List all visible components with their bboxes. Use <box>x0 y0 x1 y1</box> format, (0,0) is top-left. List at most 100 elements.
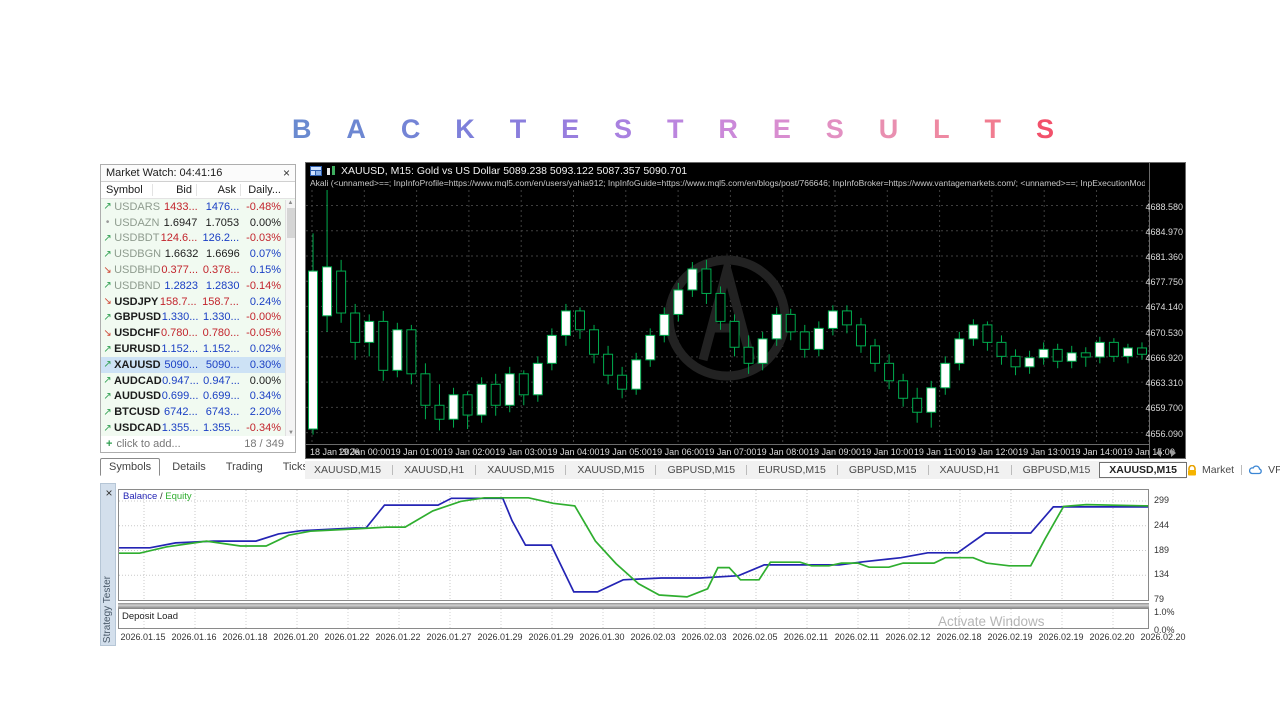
tab-trading[interactable]: Trading <box>218 459 271 475</box>
heading-letter: T <box>509 113 527 144</box>
market-watch-row-xauusd[interactable]: ↗ XAUUSD 5090... 5090... 0.30% <box>101 356 295 373</box>
bid-value: 1.355... <box>161 422 199 435</box>
strategy-tester-label[interactable]: Strategy Tester <box>102 576 113 643</box>
tester-close-icon[interactable]: × <box>101 486 117 500</box>
divider <box>1010 465 1012 475</box>
column-header[interactable]: Daily... <box>241 184 285 196</box>
market-watch-row-usdbgn[interactable]: ↗ USDBGN 1.6632 1.6696 0.07% <box>101 246 295 263</box>
price-label: 4677.750 <box>1145 277 1183 288</box>
date-label: 2026.02.19 <box>987 632 1033 642</box>
tab-symbols[interactable]: Symbols <box>100 458 161 476</box>
date-label: 2026.01.22 <box>375 632 421 642</box>
chart-tab-6[interactable]: GBPUSD,M15 <box>840 463 926 477</box>
market-watch-row-eurusd[interactable]: ↗ EURUSD 1.152... 1.152... 0.02% <box>101 341 295 357</box>
chart-tab-9[interactable]: XAUUSD,M15 <box>1099 462 1187 478</box>
heading-letter: C <box>400 113 421 144</box>
market-watch-title: Market Watch: 04:41:16 <box>106 167 223 179</box>
column-header[interactable]: Symbol <box>101 184 153 196</box>
market-watch-row-btcusd[interactable]: ↗ BTCUSD 6742... 6743... 2.20% <box>101 404 295 421</box>
market-watch-add-row[interactable]: + click to add... 18 / 349 <box>101 436 295 452</box>
tab-details[interactable]: Details <box>164 459 214 475</box>
time-label: 19 Jan 03:00 <box>495 447 548 457</box>
ask-value: 126.2... <box>202 232 240 245</box>
daily-value: 0.00% <box>249 216 282 229</box>
divider <box>927 465 929 475</box>
market-watch-scrollbar[interactable]: ▲ ▼ <box>285 200 295 436</box>
down-trend-icon: ↘ <box>103 327 112 339</box>
market-watch-row-usdbhd[interactable]: ↘ USDBHD 0.377... 0.378... 0.15% <box>101 262 295 278</box>
bid-value: 1.2823 <box>164 279 199 292</box>
daily-value: -0.48% <box>246 200 281 213</box>
chart-window: XAUUSD, M15: Gold vs US Dollar 5089.238 … <box>305 162 1186 459</box>
scroll-up-icon[interactable]: ▲ <box>286 200 295 206</box>
date-label: 2026.01.20 <box>273 632 319 642</box>
time-label: 19 Jan 14:00 <box>1070 447 1123 457</box>
heading-letter: S <box>614 113 633 144</box>
time-label: 19 Jan 10:00 <box>861 447 914 457</box>
divider <box>565 465 567 475</box>
chart-tab-7[interactable]: XAUUSD,H1 <box>931 463 1009 477</box>
time-label: 19 Jan 09:00 <box>808 447 862 457</box>
close-icon[interactable]: × <box>283 167 290 179</box>
price-label: 4666.920 <box>1145 352 1183 363</box>
market-button[interactable]: Market <box>1202 464 1234 476</box>
up-trend-icon: ↗ <box>103 280 112 292</box>
chart-tabs: XAUUSD,M15 XAUUSD,H1 XAUUSD,M15 XAUUSD,M15 G… <box>305 462 1187 478</box>
symbol-name: XAUUSD <box>114 358 161 371</box>
market-watch-row-usdchf[interactable]: ↘ USDCHF 0.780... 0.780... -0.05% <box>101 325 295 342</box>
scroll-down-icon[interactable]: ▼ <box>286 430 296 436</box>
market-watch-row-audusd[interactable]: ↗ AUDUSD 0.699... 0.699... 0.34% <box>101 388 295 405</box>
daily-value: 0.07% <box>249 248 281 261</box>
divider <box>392 465 394 475</box>
chart-tab-bar: XAUUSD,M15 XAUUSD,H1 XAUUSD,M15 XAUUSD,M15 G… <box>305 461 1280 479</box>
bid-value: 1.330... <box>161 311 199 324</box>
chart-tab-4[interactable]: GBPUSD,M15 <box>658 463 744 477</box>
balance-axis-label: 134 <box>1154 569 1170 580</box>
balance-axis-label: 299 <box>1154 495 1170 505</box>
vps-button[interactable]: VPS <box>1268 464 1280 476</box>
ask-value: 1.2830 <box>205 279 240 292</box>
tester-side-strip: × Strategy Tester <box>100 483 116 646</box>
chart-tab-8[interactable]: GBPUSD,M15 <box>1014 463 1100 477</box>
balance-equity-svg <box>119 490 1149 600</box>
daily-value: 0.02% <box>249 343 282 356</box>
time-axis[interactable]: 18 Jan 2026 19 Jan 00:00 19 Jan 01:00 19 Ja… <box>306 444 1175 459</box>
chart-tab-1[interactable]: XAUUSD,H1 <box>395 463 473 477</box>
date-label: 2026.01.29 <box>477 632 523 642</box>
column-header[interactable]: Bid <box>153 184 197 196</box>
divider <box>475 465 477 475</box>
market-watch-row-gbpusd[interactable]: ↗ GBPUSD 1.330... 1.330... -0.00% <box>101 309 295 326</box>
tester-value-axis: 299 244 189 134 79 1.0% 0.0% <box>1152 483 1186 646</box>
scroll-right-icon[interactable] <box>1171 449 1176 457</box>
heading-letter: T <box>984 113 1002 144</box>
balance-axis-label: 189 <box>1154 544 1170 555</box>
chart-tab-2[interactable]: XAUUSD,M15 <box>478 463 563 477</box>
ask-value: 1.355... <box>203 422 240 435</box>
market-watch-row-usdjpy[interactable]: ↘ USDJPY 158.7... 158.7... 0.24% <box>101 293 295 310</box>
date-label: 2026.01.30 <box>579 632 625 642</box>
balance-axis-label: 244 <box>1154 519 1170 530</box>
balance-axis-label: 79 <box>1154 594 1165 604</box>
market-watch-row-audcad[interactable]: ↗ AUDCAD 0.947... 0.947... 0.00% <box>101 372 295 389</box>
symbol-name: USDAZN <box>114 216 160 229</box>
heading-letter: T <box>666 113 684 144</box>
scrollbar-thumb[interactable] <box>287 208 295 238</box>
symbol-name: EURUSD <box>114 343 161 356</box>
column-header[interactable]: Ask <box>197 184 241 196</box>
tester-date-axis: 2026.01.15 2026.01.16 2026.01.18 2026.01.20… <box>118 631 1185 645</box>
chart-tab-5[interactable]: EURUSD,M15 <box>749 463 835 477</box>
bid-value: 1.6947 <box>163 216 198 229</box>
market-watch-row-usdars[interactable]: ↗ USDARS 1433... 1476... -0.48% <box>101 199 295 215</box>
market-watch-row-usdbdt[interactable]: ↗ USDBDT 124.6... 126.2... -0.03% <box>101 230 295 247</box>
scroll-left-icon[interactable] <box>1156 449 1161 457</box>
market-watch-row-usdcad[interactable]: ↗ USDCAD 1.355... 1.355... -0.34% <box>101 420 295 436</box>
heading-letter: K <box>455 113 475 144</box>
ask-value: 0.378... <box>202 264 240 277</box>
market-watch-row-usdbnd[interactable]: ↗ USDBND 1.2823 1.2830 -0.14% <box>101 277 295 294</box>
chart-tab-0[interactable]: XAUUSD,M15 <box>305 463 390 477</box>
heading-letter: S <box>825 113 844 144</box>
market-watch-tabs: Symbols Details Trading Ticks <box>100 456 308 478</box>
bid-value: 1.152... <box>161 343 199 356</box>
chart-tab-3[interactable]: XAUUSD,M15 <box>568 463 653 477</box>
market-watch-row-usdazn[interactable]: • USDAZN 1.6947 1.7053 0.00% <box>101 214 295 231</box>
